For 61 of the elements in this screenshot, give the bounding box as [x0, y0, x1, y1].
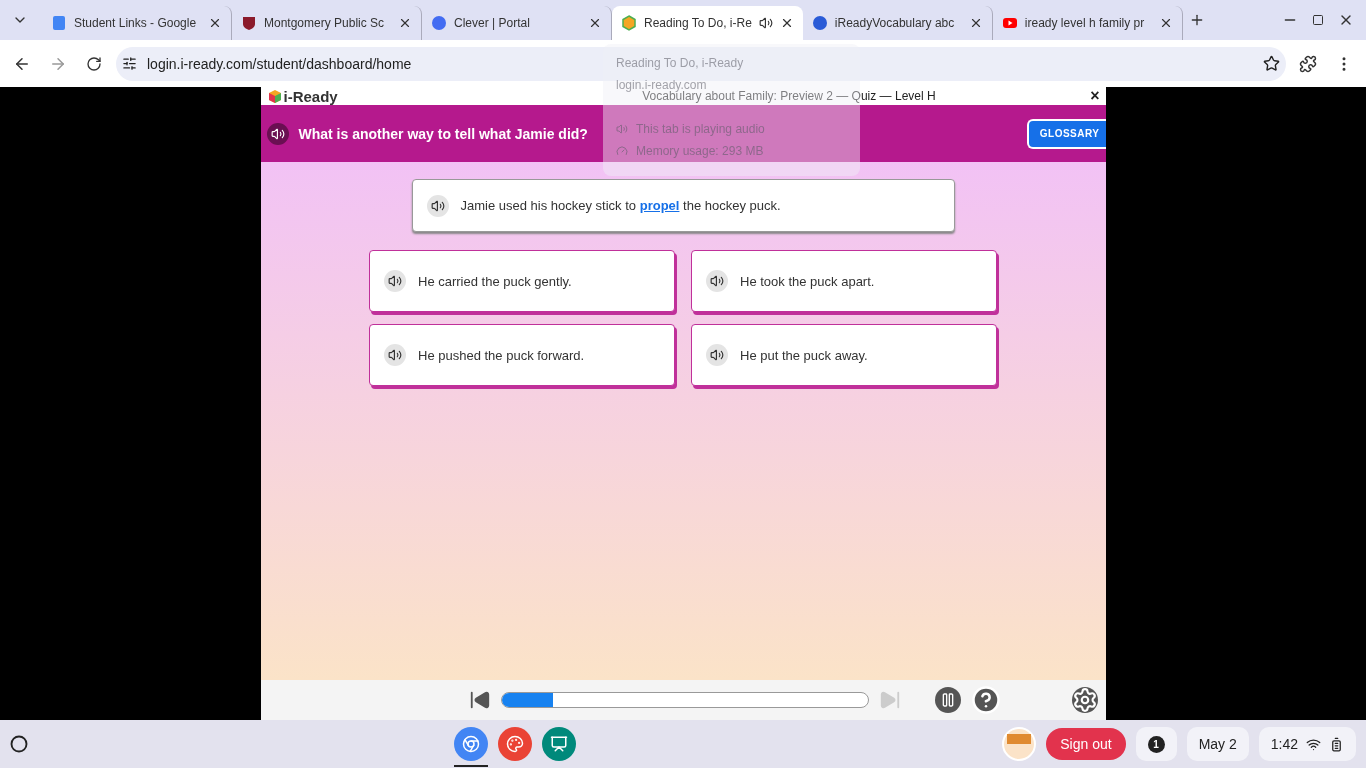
memory-usage: Memory usage: 293 MB — [636, 144, 764, 158]
speaker-button[interactable] — [384, 344, 406, 366]
card-url: login.i-ready.com — [616, 78, 707, 92]
close-button[interactable]: × — [1090, 87, 1100, 105]
cube-icon — [621, 15, 637, 31]
speaker-icon — [270, 126, 285, 141]
launcher-icon[interactable] — [10, 735, 28, 753]
avatar[interactable] — [1002, 727, 1037, 761]
card-title: Reading To Do, i-Ready — [616, 56, 745, 70]
sign-out-button[interactable]: Sign out — [1046, 728, 1126, 760]
speaker-button[interactable] — [384, 270, 406, 292]
document-icon — [51, 15, 67, 31]
passage-sentence: Jamie used his hockey stick to propel the hockey puck. — [460, 198, 781, 213]
pause-button[interactable] — [934, 687, 961, 713]
wifi-icon — [1306, 736, 1321, 752]
notification-count: 1 — [1147, 735, 1165, 753]
help-button[interactable] — [970, 685, 1001, 715]
restore-icon[interactable] — [1312, 14, 1324, 26]
circle-icon — [811, 15, 828, 31]
shield-icon — [241, 15, 257, 31]
gauge-icon — [616, 145, 628, 157]
notification-tray[interactable]: 1 — [1135, 727, 1177, 761]
close-icon[interactable] — [398, 16, 412, 30]
speaker-button[interactable] — [706, 270, 728, 292]
glossary-button[interactable]: GLOSSARY — [1026, 118, 1106, 149]
speaker-icon — [388, 274, 402, 288]
site-settings-icon[interactable] — [122, 56, 137, 71]
settings-button[interactable] — [1071, 687, 1098, 713]
speaker-icon — [710, 274, 724, 288]
answer-choice[interactable]: He pushed the puck forward. — [369, 324, 675, 386]
speaker-icon — [430, 198, 445, 213]
slides-icon[interactable] — [542, 727, 577, 761]
browser-tab[interactable]: Reading To Do, i-Re — [612, 6, 803, 40]
vocabulary-link[interactable]: propel — [639, 198, 680, 213]
speaker-icon — [616, 123, 628, 135]
extensions-icon[interactable] — [1299, 54, 1317, 73]
answer-choice[interactable]: He took the puck apart. — [691, 250, 997, 312]
close-icon[interactable] — [208, 16, 222, 30]
browser-icon[interactable] — [454, 727, 489, 761]
question-text: What is another way to tell what Jamie did? — [298, 125, 588, 142]
reload-icon[interactable] — [86, 55, 102, 72]
quiz-title: Vocabulary about Family: Preview 2 — Quiz — Level H — [642, 89, 936, 103]
palette-icon[interactable] — [498, 727, 533, 761]
audio-status: This tab is playing audio — [636, 122, 765, 136]
circle-icon — [431, 15, 447, 31]
answer-choice[interactable]: He put the puck away. — [691, 324, 997, 386]
status-tray[interactable]: 1:42 — [1258, 727, 1356, 761]
speaker-button[interactable] — [426, 194, 449, 217]
speaker-button[interactable] — [706, 344, 728, 366]
bookmark-icon[interactable] — [1263, 55, 1280, 72]
play-icon — [1001, 15, 1018, 31]
date-button[interactable]: May 2 — [1186, 727, 1249, 761]
speaker-button[interactable] — [266, 122, 289, 145]
previous-button[interactable] — [468, 689, 491, 711]
speaker-icon — [388, 348, 402, 362]
app-logo: i-Ready — [268, 87, 338, 105]
speaker-icon — [710, 348, 724, 362]
battery-icon — [1329, 736, 1344, 752]
close-icon[interactable] — [588, 16, 602, 30]
clock-time: 1:42 — [1270, 736, 1298, 752]
answer-choice[interactable]: He carried the puck gently. — [369, 250, 675, 312]
